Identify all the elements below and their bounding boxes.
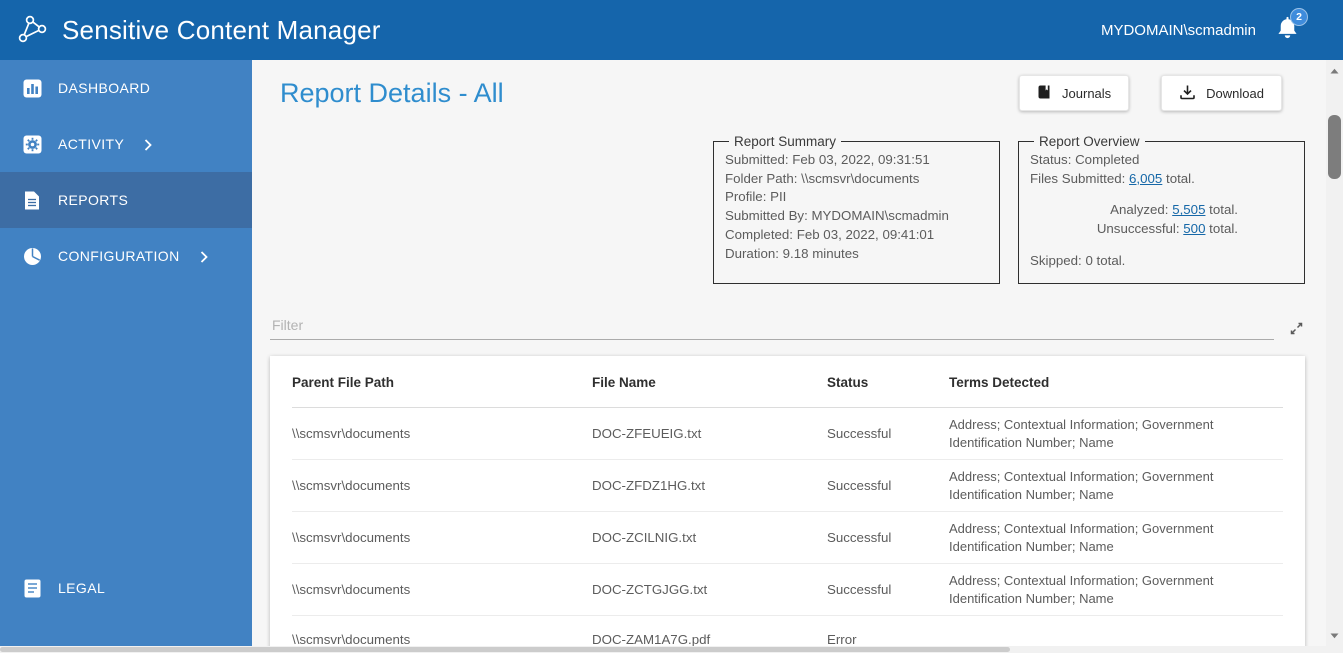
journals-button-label: Journals bbox=[1062, 85, 1112, 101]
scroll-down-icon[interactable] bbox=[1326, 627, 1343, 644]
files-submitted-label: Files Submitted: bbox=[1030, 170, 1130, 186]
column-header-status: Status bbox=[827, 356, 949, 408]
horizontal-scrollbar[interactable] bbox=[0, 646, 1326, 653]
unsuccessful-label: Unsuccessful: bbox=[1096, 221, 1184, 237]
cell-status: Successful bbox=[827, 511, 949, 564]
analyzed-suffix: total. bbox=[1205, 202, 1238, 218]
chevron-right-icon bbox=[144, 138, 152, 151]
summary-folder-path: Folder Path: \\scmsvr\documents bbox=[725, 170, 920, 186]
report-overview-panel: Report Overview Status: Completed Files … bbox=[1018, 134, 1305, 284]
cell-file-name: DOC-ZFDZ1HG.txt bbox=[592, 459, 827, 512]
column-header-terms-detected: Terms Detected bbox=[949, 356, 1283, 408]
cell-status: Successful bbox=[827, 407, 949, 460]
vertical-scrollbar-thumb[interactable] bbox=[1328, 115, 1341, 179]
pie-chart-icon bbox=[22, 247, 42, 266]
molecule-logo-icon bbox=[16, 13, 50, 47]
sidebar: DASHBOARD ACTIVITY REPORTS CONFIGURATION… bbox=[0, 60, 252, 646]
file-icon bbox=[22, 191, 42, 210]
sidebar-item-label: REPORTS bbox=[58, 192, 129, 208]
cell-status: Error bbox=[827, 615, 949, 646]
cell-parent-file-path: \\scmsvr\documents bbox=[292, 563, 592, 616]
sidebar-item-label: DASHBOARD bbox=[58, 80, 151, 96]
table-row[interactable]: \\scmsvr\documents DOC-ZAM1A7G.pdf Error bbox=[292, 615, 1283, 646]
filter-input[interactable] bbox=[270, 311, 1274, 340]
table-row[interactable]: \\scmsvr\documents DOC-ZCILNIG.txt Succe… bbox=[292, 511, 1283, 564]
overview-unsuccessful: Unsuccessful: 500 total. bbox=[1030, 220, 1293, 239]
sidebar-item-activity[interactable]: ACTIVITY bbox=[0, 116, 252, 172]
app-title: Sensitive Content Manager bbox=[62, 14, 381, 45]
summary-submitted: Submitted: Feb 03, 2022, 09:31:51 bbox=[725, 152, 930, 167]
sidebar-item-legal[interactable]: LEGAL bbox=[0, 560, 252, 616]
page-title: Report Details - All bbox=[280, 77, 504, 108]
scrollbar-corner bbox=[1326, 646, 1343, 653]
cell-terms-detected bbox=[949, 615, 1283, 646]
results-table-card: Parent File Path File Name Status Terms … bbox=[270, 356, 1305, 646]
overview-analyzed: Analyzed: 5,505 total. bbox=[1030, 201, 1293, 220]
cell-file-name: DOC-ZCTGJGG.txt bbox=[592, 563, 827, 616]
summary-duration: Duration: 9.18 minutes bbox=[725, 245, 859, 261]
cell-parent-file-path: \\scmsvr\documents bbox=[292, 407, 592, 460]
report-summary-panel: Report Summary Submitted: Feb 03, 2022, … bbox=[713, 134, 1000, 284]
overview-files-submitted: Files Submitted: 6,005 total. bbox=[1030, 170, 1293, 189]
table-header-row: Parent File Path File Name Status Terms … bbox=[292, 356, 1283, 408]
expand-icon[interactable] bbox=[1288, 320, 1305, 340]
sidebar-item-configuration[interactable]: CONFIGURATION bbox=[0, 228, 252, 284]
cell-parent-file-path: \\scmsvr\documents bbox=[292, 511, 592, 564]
notification-badge: 2 bbox=[1290, 8, 1308, 26]
column-header-parent-file-path: Parent File Path bbox=[292, 356, 592, 408]
sidebar-item-dashboard[interactable]: DASHBOARD bbox=[0, 60, 252, 116]
chevron-right-icon bbox=[200, 250, 208, 263]
bell-icon bbox=[1276, 16, 1299, 45]
header-right: MYDOMAIN\scmadmin 2 bbox=[1100, 8, 1329, 46]
overview-skipped: Skipped: 0 total. bbox=[1030, 252, 1126, 268]
cell-status: Successful bbox=[827, 459, 949, 512]
unsuccessful-suffix: total. bbox=[1205, 221, 1238, 237]
analyzed-count-link[interactable]: 5,505 bbox=[1172, 202, 1205, 217]
horizontal-scrollbar-thumb[interactable] bbox=[0, 647, 1010, 652]
results-table: Parent File Path File Name Status Terms … bbox=[292, 356, 1283, 646]
legal-document-icon bbox=[22, 579, 42, 598]
table-row[interactable]: \\scmsvr\documents DOC-ZCTGJGG.txt Succe… bbox=[292, 563, 1283, 616]
unsuccessful-count-link[interactable]: 500 bbox=[1183, 221, 1205, 236]
cell-terms-detected: Address; Contextual Information; Governm… bbox=[949, 407, 1283, 460]
cell-terms-detected: Address; Contextual Information; Governm… bbox=[949, 459, 1283, 512]
summary-completed: Completed: Feb 03, 2022, 09:41:01 bbox=[725, 226, 935, 242]
cell-file-name: DOC-ZAM1A7G.pdf bbox=[592, 615, 827, 646]
bar-chart-icon bbox=[22, 79, 42, 98]
cell-parent-file-path: \\scmsvr\documents bbox=[292, 615, 592, 646]
download-button-label: Download bbox=[1206, 85, 1264, 101]
cell-terms-detected: Address; Contextual Information; Governm… bbox=[949, 563, 1283, 616]
download-icon bbox=[1179, 84, 1196, 103]
table-row[interactable]: \\scmsvr\documents DOC-ZFDZ1HG.txt Succe… bbox=[292, 459, 1283, 512]
journals-button[interactable]: Journals bbox=[1019, 75, 1130, 111]
files-submitted-count-link[interactable]: 6,005 bbox=[1129, 171, 1162, 186]
overview-status: Status: Completed bbox=[1030, 152, 1140, 167]
sidebar-item-label: LEGAL bbox=[58, 580, 106, 596]
summary-submitted-by: Submitted By: MYDOMAIN\scmadmin bbox=[725, 208, 949, 224]
cell-file-name: DOC-ZFEUEIG.txt bbox=[592, 407, 827, 460]
scroll-up-icon[interactable] bbox=[1326, 62, 1343, 79]
summary-profile: Profile: PII bbox=[725, 189, 787, 205]
cell-file-name: DOC-ZCILNIG.txt bbox=[592, 511, 827, 564]
report-overview-legend: Report Overview bbox=[1039, 134, 1140, 149]
report-summary-legend: Report Summary bbox=[734, 134, 837, 149]
column-header-file-name: File Name bbox=[592, 356, 827, 408]
notifications-button[interactable]: 2 bbox=[1276, 8, 1308, 46]
cell-terms-detected: Address; Contextual Information; Governm… bbox=[949, 511, 1283, 564]
vertical-scrollbar[interactable] bbox=[1326, 60, 1343, 646]
sidebar-item-label: ACTIVITY bbox=[58, 136, 125, 152]
journal-book-icon bbox=[1037, 84, 1052, 103]
table-row[interactable]: \\scmsvr\documents DOC-ZFEUEIG.txt Succe… bbox=[292, 407, 1283, 460]
logged-in-user: MYDOMAIN\scmadmin bbox=[1100, 21, 1256, 39]
sidebar-item-reports[interactable]: REPORTS bbox=[0, 172, 252, 228]
download-button[interactable]: Download bbox=[1161, 75, 1282, 111]
cell-status: Successful bbox=[827, 563, 949, 616]
sidebar-item-label: CONFIGURATION bbox=[58, 248, 180, 264]
files-submitted-suffix: total. bbox=[1162, 170, 1195, 186]
cell-parent-file-path: \\scmsvr\documents bbox=[292, 459, 592, 512]
app-header: Sensitive Content Manager MYDOMAIN\scmad… bbox=[0, 0, 1343, 60]
gear-icon bbox=[22, 135, 42, 154]
analyzed-label: Analyzed: bbox=[1110, 202, 1173, 218]
main-content: Report Details - All Journals Download R… bbox=[252, 60, 1326, 646]
